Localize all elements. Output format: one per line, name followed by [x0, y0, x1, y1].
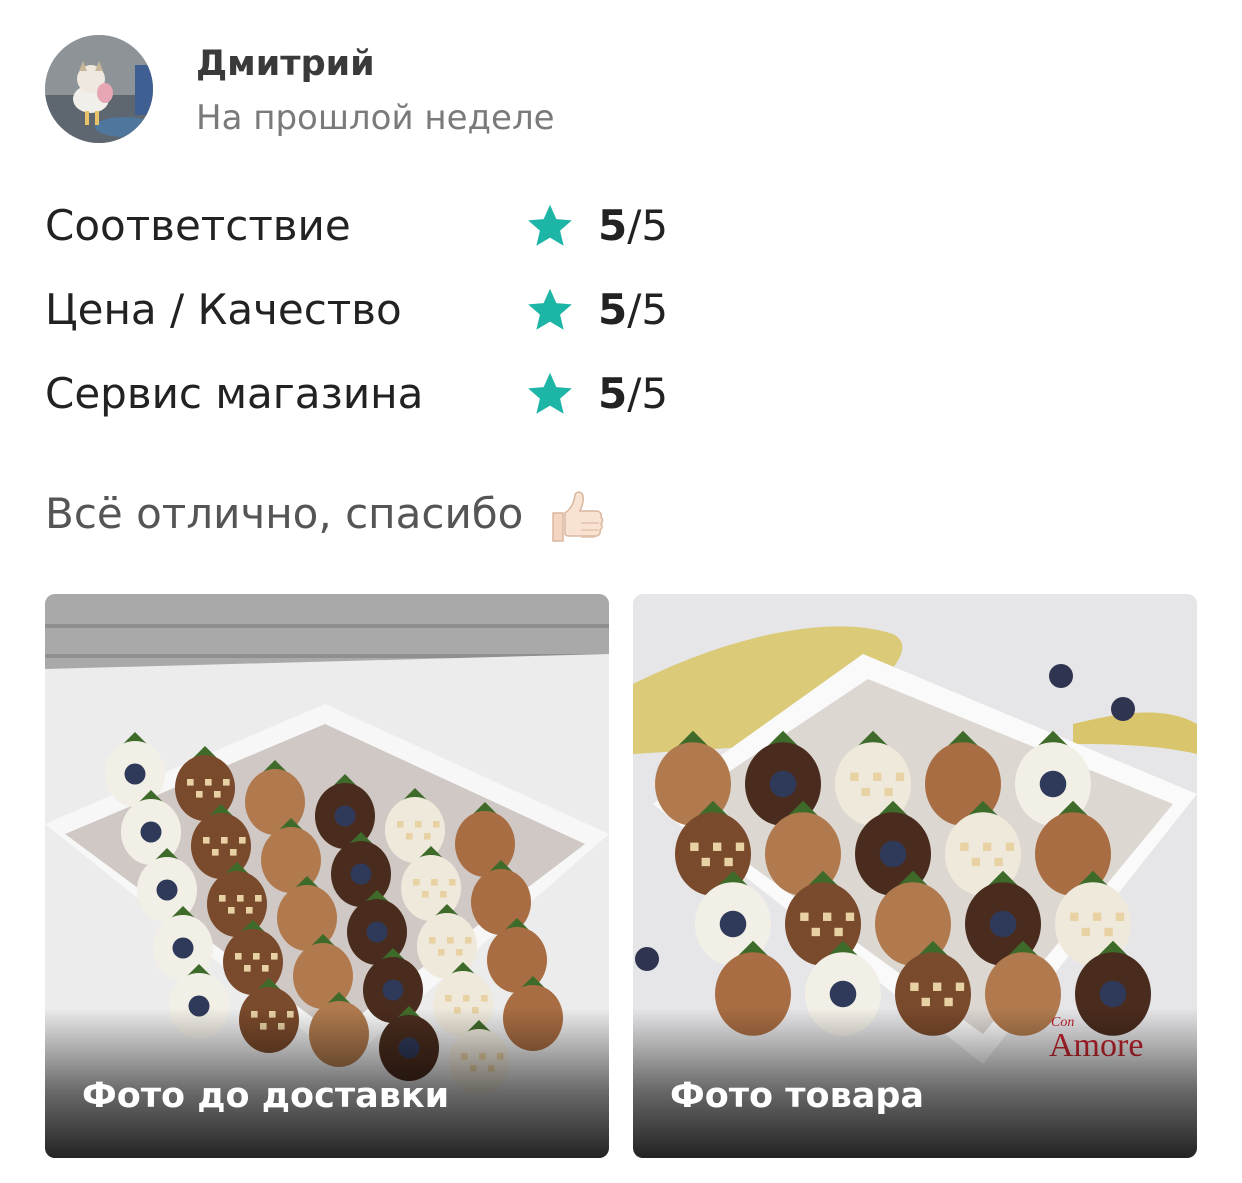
rating-score: 5 [598, 369, 628, 418]
rating-max: /5 [627, 285, 669, 334]
rating-row-price-quality: Цена / Качество 5/5 [45, 277, 745, 361]
review-date: На прошлой неделе [196, 98, 555, 138]
photo-product[interactable]: Con Amore Фото товара [633, 594, 1197, 1158]
rating-max: /5 [627, 369, 669, 418]
avatar[interactable] [45, 35, 153, 143]
photo-caption: Фото до доставки [82, 1076, 450, 1116]
review-text: Всё отлично, спасибо [45, 489, 524, 538]
rating-score: 5 [598, 285, 628, 334]
photo-caption: Фото товара [670, 1076, 925, 1116]
rating-value: 5/5 [598, 283, 668, 337]
star-icon [528, 204, 572, 246]
rating-value: 5/5 [598, 199, 668, 253]
rating-label: Соответствие [45, 201, 351, 250]
thumbs-up-icon [551, 490, 603, 542]
star-icon [528, 372, 572, 414]
review-text-block: Всё отлично, спасибо [45, 485, 605, 547]
rating-max: /5 [627, 201, 669, 250]
review-photos: Фото до доставки Con Amore Фото товара [45, 594, 1197, 1158]
photo-before-delivery[interactable]: Фото до доставки [45, 594, 609, 1158]
rating-row-shop-service: Сервис магазина 5/5 [45, 361, 745, 445]
rating-value: 5/5 [598, 367, 668, 421]
avatar-image [45, 35, 153, 143]
star-icon [528, 288, 572, 330]
rating-label: Сервис магазина [45, 369, 424, 418]
rating-score: 5 [598, 201, 628, 250]
author-name: Дмитрий [196, 44, 375, 84]
ratings-list: Соответствие 5/5 Цена / Качество 5/5 Сер… [45, 193, 745, 445]
rating-row-conformity: Соответствие 5/5 [45, 193, 745, 277]
rating-label: Цена / Качество [45, 285, 402, 334]
